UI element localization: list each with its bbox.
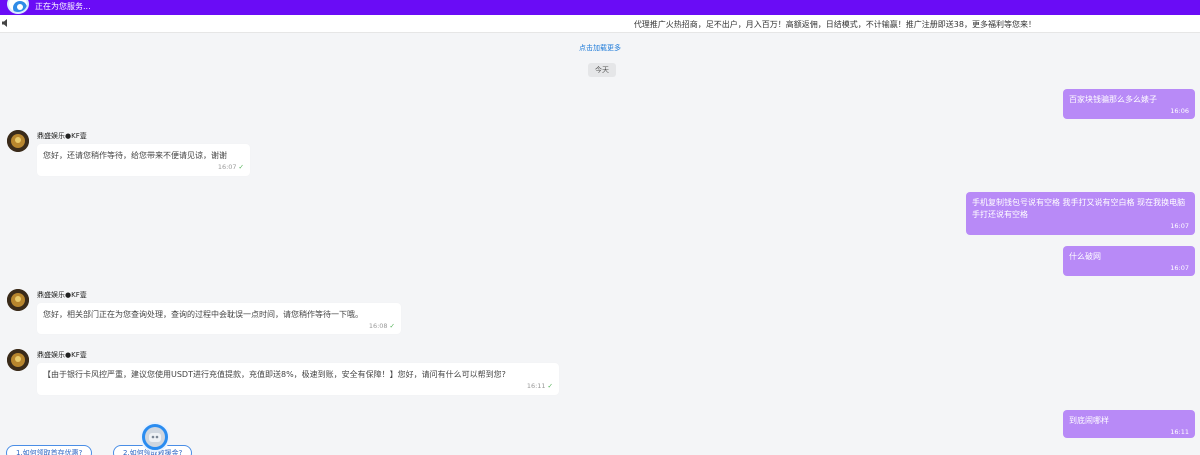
agent-message: 【由于银行卡风控严重，建议您使用USDT进行充值提款，充值即送8%，极速到账，安…: [37, 363, 559, 395]
message-text: 您好，还请您稍作等待，给您带来不便请见谅，谢谢: [43, 151, 227, 160]
message-time: 16:07: [1170, 222, 1189, 230]
message-time: 16:06: [1170, 107, 1189, 115]
message-time: 16:08: [368, 322, 388, 330]
message-time: 16:07: [217, 163, 237, 171]
announcement-text: 代理推广火热招商，足不出户，月入百万！高额返佣，日结模式，不计输赢！推广注册即送…: [633, 20, 1036, 29]
quick-reply-first-deposit[interactable]: 1.如何领取首存优惠?: [6, 445, 93, 455]
message-text: 您好，相关部门正在为您查询处理，查询的过程中会耽误一点时间，请您稍作等待一下哦。: [43, 310, 363, 319]
message-text: 手机复制钱包号说有空格 我手打又说有空白格 现在我换电脑手打还说有空格: [972, 198, 1186, 219]
message-text: 百家块钱骗那么多么婊子: [1069, 95, 1157, 104]
agent-avatar: [7, 289, 29, 311]
agent-name: 鼎盛娱乐●KF壹: [37, 291, 87, 299]
user-message: 什么破网 16:07: [1063, 246, 1195, 276]
message-time: 16:11: [1170, 428, 1189, 436]
message-text: 到底闹哪样: [1069, 416, 1109, 425]
user-message: 手机复制钱包号说有空格 我手打又说有空白格 现在我换电脑手打还说有空格 16:0…: [966, 192, 1195, 235]
agent-avatar: [7, 130, 29, 152]
agent-name: 鼎盛娱乐●KF壹: [37, 351, 87, 359]
message-text: 什么破网: [1069, 252, 1101, 261]
user-message: 到底闹哪样 16:11: [1063, 410, 1195, 438]
load-more-link[interactable]: 点击加载更多: [0, 43, 1200, 53]
agent-message: 您好，相关部门正在为您查询处理，查询的过程中会耽误一点时间，请您稍作等待一下哦。…: [37, 303, 401, 334]
user-message: 百家块钱骗那么多么婊子 16:06: [1063, 89, 1195, 119]
message-time: 16:11: [526, 382, 546, 390]
read-check-icon: ✓: [238, 163, 244, 171]
read-check-icon: ✓: [389, 322, 395, 330]
header-bar: 正在为您服务...: [0, 0, 1200, 15]
date-separator: 今天: [588, 63, 616, 77]
agent-name: 鼎盛娱乐●KF壹: [37, 132, 87, 140]
robot-icon: [145, 427, 165, 447]
agent-avatar: [7, 349, 29, 371]
message-time: 16:07: [1170, 264, 1189, 272]
service-status-text: 正在为您服务...: [35, 2, 91, 11]
agent-message: 您好，还请您稍作等待，给您带来不便请见谅，谢谢 16:07 ✓: [37, 144, 250, 176]
announcement-bar: 代理推广火热招商，足不出户，月入百万！高额返佣，日结模式，不计输赢！推广注册即送…: [0, 15, 1200, 33]
read-check-icon: ✓: [547, 382, 553, 390]
robot-assistant-button[interactable]: [140, 422, 170, 452]
message-text: 【由于银行卡风控严重，建议您使用USDT进行充值提款，充值即送8%，极速到账，安…: [43, 370, 506, 379]
service-logo-icon: [7, 0, 29, 14]
